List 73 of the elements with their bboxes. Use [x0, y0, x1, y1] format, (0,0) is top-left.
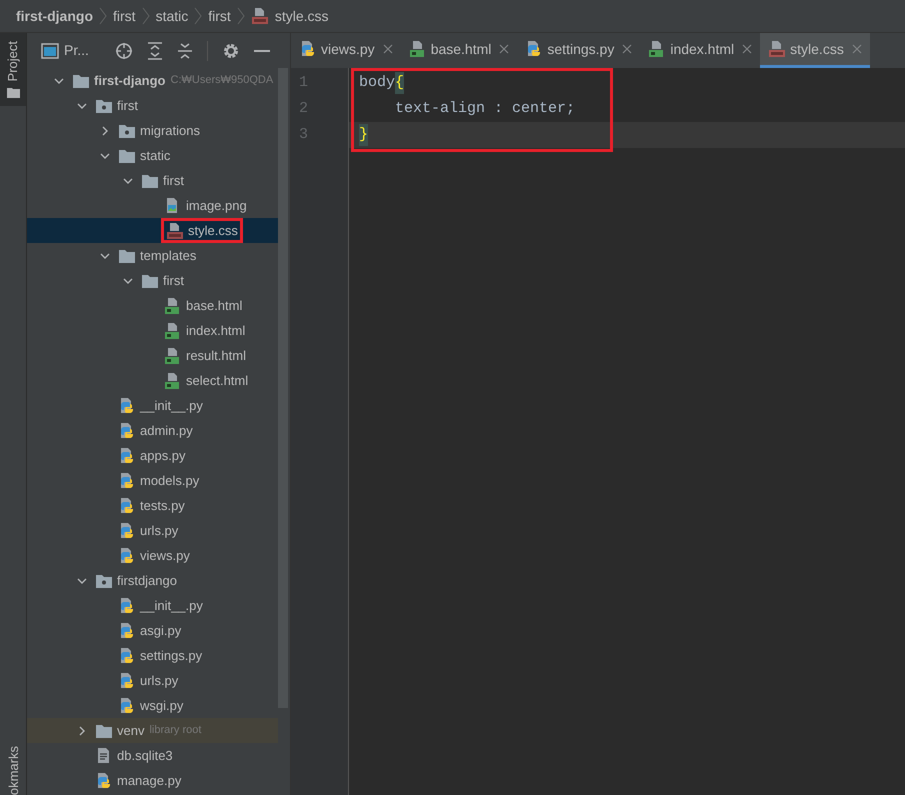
- breadcrumb-item[interactable]: static: [156, 6, 188, 26]
- tree-item-label: __init__.py: [140, 596, 203, 615]
- tree-item-label: firstdjango: [117, 572, 177, 590]
- tree-row[interactable]: asgi.py: [27, 618, 278, 643]
- tree-item-label: first-django: [94, 72, 166, 90]
- tree-row[interactable]: apps.py: [27, 443, 278, 468]
- tree-item-label: urls.py: [140, 522, 178, 540]
- tree-item-label: first: [163, 172, 184, 190]
- tree-item-label: db.sqlite3: [117, 746, 173, 765]
- tree-row[interactable]: venv library root: [27, 718, 278, 743]
- tree-row[interactable]: tests.py: [27, 493, 278, 518]
- tree-item-label: apps.py: [140, 446, 186, 465]
- tree-item-label: settings.py: [140, 646, 202, 665]
- tree-row[interactable]: settings.py: [27, 643, 278, 668]
- tree-row[interactable]: db.sqlite3: [27, 743, 278, 768]
- tree-item-label: style.css: [188, 222, 238, 240]
- tree-row[interactable]: views.py: [27, 543, 278, 568]
- path-hint: C:₩Users₩950QDA: [170, 73, 274, 88]
- path-hint: library root: [149, 723, 202, 738]
- tree-item-label: asgi.py: [140, 622, 182, 640]
- editor-tab[interactable]: settings.py: [517, 33, 640, 68]
- tree-row[interactable]: wsgi.py: [27, 693, 278, 718]
- tree-row[interactable]: style.css: [27, 218, 278, 243]
- tree-row[interactable]: index.html: [27, 318, 278, 343]
- editor-tab[interactable]: index.html: [640, 33, 760, 68]
- tree-item-label: views.py: [140, 546, 190, 565]
- tree-item-label: migrations: [140, 122, 200, 140]
- tree-row[interactable]: migrations: [27, 118, 278, 143]
- tree-item-label: static: [140, 146, 170, 165]
- tree-row[interactable]: templates: [27, 243, 278, 268]
- tree-item-label: __init__.py: [140, 396, 203, 415]
- tree-item-label: urls.py: [140, 672, 178, 690]
- tree-row[interactable]: select.html: [27, 368, 278, 393]
- tree-item-label: first: [163, 272, 184, 290]
- editor-tab[interactable]: style.css: [760, 33, 870, 68]
- tree-row[interactable]: first-django C:₩Users₩950QDA: [27, 68, 278, 93]
- tree-row[interactable]: image.png: [27, 193, 278, 218]
- tree-row[interactable]: urls.py: [27, 668, 278, 693]
- tree-row[interactable]: firstdjango: [27, 568, 278, 593]
- tree-row[interactable]: first: [27, 168, 278, 193]
- tree-row[interactable]: static: [27, 143, 278, 168]
- tree-item-label: base.html: [186, 296, 242, 315]
- tree-row[interactable]: result.html: [27, 343, 278, 368]
- breadcrumb-item[interactable]: first: [208, 6, 231, 26]
- tree-item-label: venv: [117, 722, 144, 740]
- tree-row[interactable]: first: [27, 93, 278, 118]
- tree-row[interactable]: base.html: [27, 293, 278, 318]
- tree-row[interactable]: __init__.py: [27, 393, 278, 418]
- tree-item-label: first: [117, 96, 138, 115]
- editor-tab[interactable]: views.py: [291, 33, 401, 68]
- tree-row[interactable]: urls.py: [27, 518, 278, 543]
- tree-item-label: admin.py: [140, 422, 193, 440]
- breadcrumb-item[interactable]: first: [113, 6, 136, 26]
- project-stripe-button[interactable]: Project: [0, 33, 26, 106]
- tree-item-label: image.png: [186, 196, 247, 215]
- tree-item-label: wsgi.py: [140, 696, 184, 715]
- tree-item-label: result.html: [186, 346, 246, 365]
- tree-item-label: select.html: [186, 372, 248, 390]
- tree-row[interactable]: manage.py: [27, 768, 278, 793]
- tree-row[interactable]: admin.py: [27, 418, 278, 443]
- tree-item-label: index.html: [186, 322, 246, 340]
- panel-title[interactable]: Pr...: [64, 40, 89, 61]
- bookmarks-stripe-button[interactable]: okmarks: [6, 746, 20, 795]
- tree-item-label: manage.py: [117, 772, 182, 790]
- tree-item-label: templates: [140, 246, 196, 265]
- tree-row[interactable]: __init__.py: [27, 593, 278, 618]
- tree-row[interactable]: models.py: [27, 468, 278, 493]
- tree-row[interactable]: first: [27, 268, 278, 293]
- tree-item-label: tests.py: [140, 496, 185, 515]
- breadcrumb-item[interactable]: first-django: [16, 6, 93, 26]
- tree-item-label: models.py: [140, 472, 200, 490]
- breadcrumb-item[interactable]: style.css: [274, 6, 328, 26]
- editor-tab[interactable]: base.html: [400, 33, 518, 68]
